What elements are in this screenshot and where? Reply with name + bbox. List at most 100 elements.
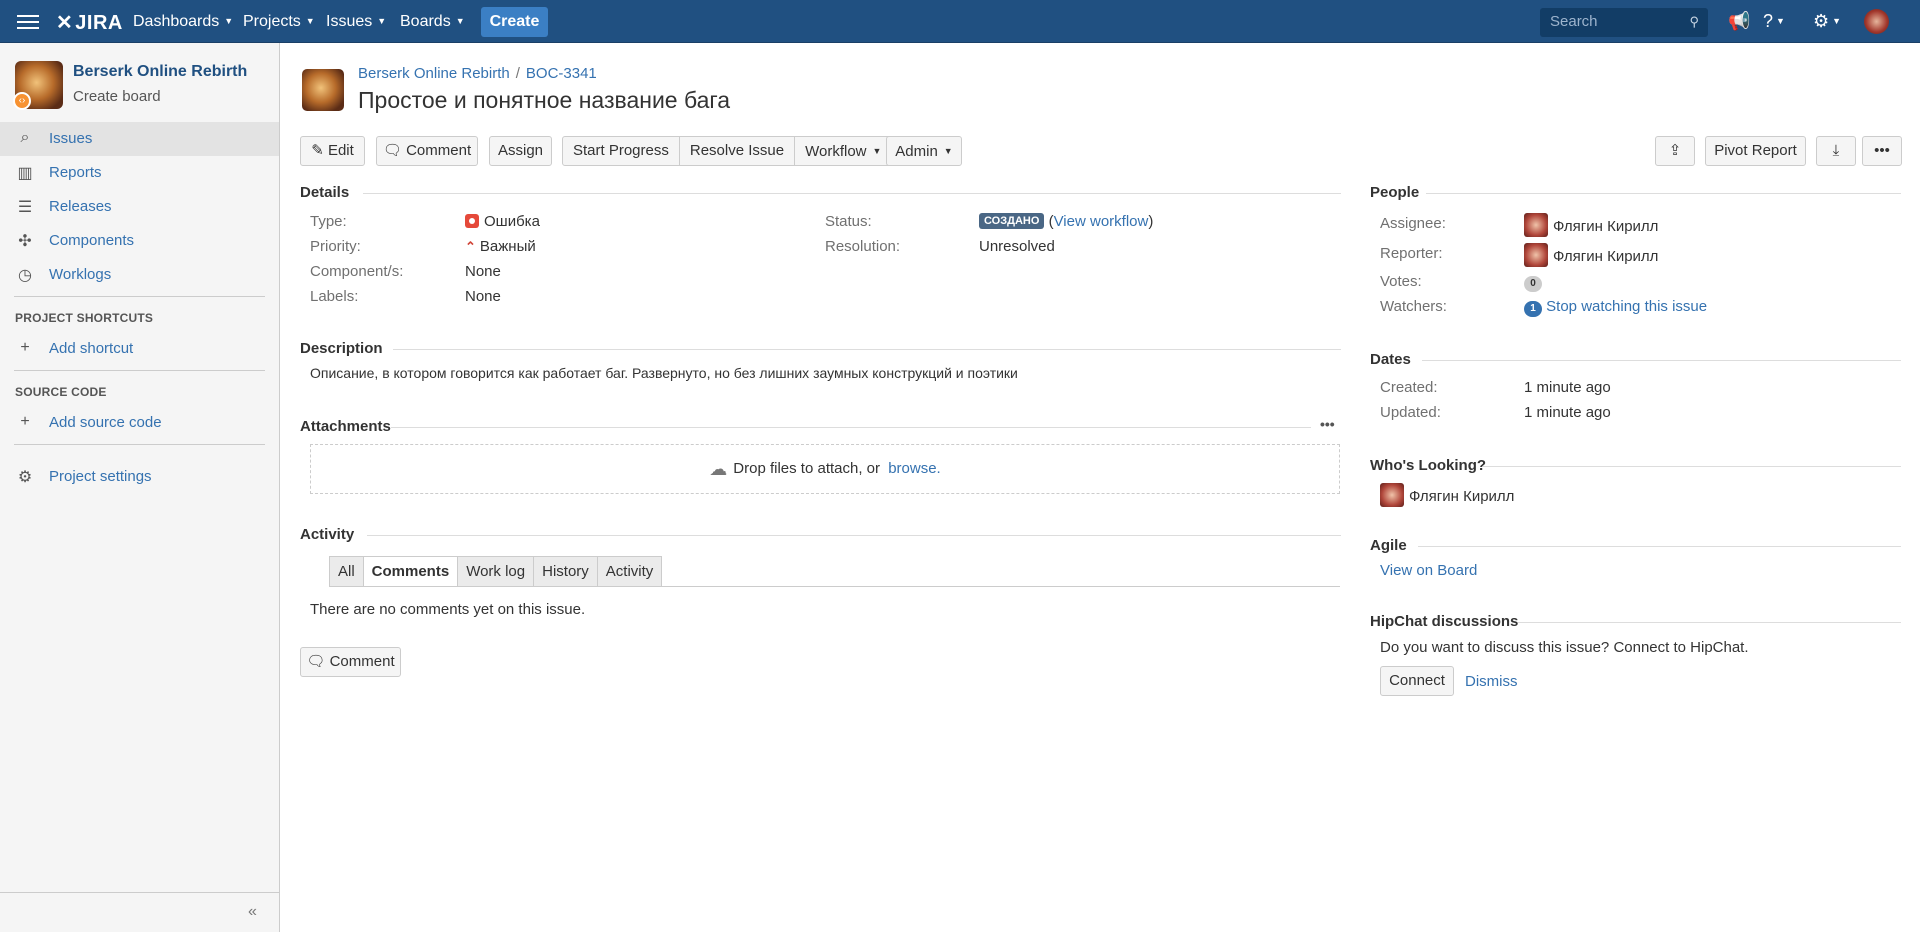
connect-button[interactable]: Connect [1380,666,1454,696]
more-actions-button[interactable]: ••• [1862,136,1902,166]
menu-projects[interactable]: Projects ▼ [243,13,315,31]
resolution-label: Resolution: [825,238,901,255]
collapse-sidebar-icon[interactable]: « [248,903,257,921]
menu-boards[interactable]: Boards ▼ [400,13,465,31]
workflow-button-group: Start Progress Resolve Issue Workflow ▼ [562,136,893,166]
add-shortcut-link[interactable]: + Add shortcut [0,332,279,366]
activity-heading: Activity [300,526,355,543]
edit-label: Edit [327,142,354,159]
dismiss-link[interactable]: Dismiss [1465,673,1518,690]
assignee-value[interactable]: Флягин Кирилл [1524,213,1658,237]
assignee-name: Флягин Кирилл [1553,218,1659,235]
no-comments-message: There are no comments yet on this issue. [310,601,586,618]
gear-icon[interactable]: ⚙ ▼ [1813,11,1841,32]
chevron-down-icon: ▼ [455,16,465,26]
viewing-user[interactable]: Флягин Кирилл [1380,483,1514,507]
chevron-down-icon: ▼ [872,146,882,156]
assignee-label: Assignee: [1380,215,1446,232]
app-switcher-icon[interactable] [17,11,39,33]
sidebar-item-worklogs[interactable]: ◷ Worklogs [0,258,279,292]
description-heading: Description [300,340,383,357]
project-type-icon: ‹› [13,92,31,110]
search-input[interactable]: Search ⚲ [1540,8,1708,37]
menu-dashboards[interactable]: Dashboards ▼ [133,13,233,31]
type-label: Type: [310,213,347,230]
viewing-user-name: Флягин Кирилл [1409,488,1515,505]
resolution-value: Unresolved [979,238,1055,255]
reporter-value[interactable]: Флягин Кирилл [1524,243,1658,267]
start-progress-button[interactable]: Start Progress [563,137,680,165]
people-heading: People [1370,184,1420,201]
attachments-options-icon[interactable]: ••• [1320,416,1335,432]
resolve-issue-button[interactable]: Resolve Issue [680,137,796,165]
project-name-link[interactable]: Berserk Online Rebirth [73,63,247,81]
stop-watching-link[interactable]: Stop watching this issue [1546,298,1707,315]
share-button[interactable]: ⇪ [1655,136,1695,166]
divider [367,535,1341,536]
divider [1518,622,1901,623]
view-on-board-link[interactable]: View on Board [1380,562,1477,579]
help-icon[interactable]: ? ▼ [1763,11,1785,32]
priority-label: Priority: [310,238,361,255]
comment-button[interactable]: 🗨 Comment [376,136,478,166]
menu-issues[interactable]: Issues ▼ [326,13,386,31]
shortcuts-heading: PROJECT SHORTCUTS [15,311,154,325]
votes-count-badge: 0 [1524,276,1542,292]
tab-comments[interactable]: Comments [362,556,459,587]
add-comment-button[interactable]: 🗨 Comment [300,647,401,677]
tab-activity[interactable]: Activity [596,556,663,586]
create-button[interactable]: Create [481,7,548,37]
tab-work-log[interactable]: Work log [457,556,535,586]
user-avatar[interactable] [1864,9,1889,34]
attachment-dropzone[interactable]: ☁ Drop files to attach, or browse. [310,444,1340,494]
sidebar-item-releases[interactable]: ☰ Releases [0,190,279,224]
sidebar-item-reports[interactable]: ▥ Reports [0,156,279,190]
divider [391,427,1311,428]
sidebar-item-label: Releases [49,198,112,215]
breadcrumb-project-link[interactable]: Berserk Online Rebirth [358,65,510,82]
watchers-count-badge[interactable]: 1 [1524,301,1542,317]
plus-icon: + [20,339,30,356]
pivot-report-button[interactable]: Pivot Report [1705,136,1806,166]
add-shortcut-label: Add shortcut [49,340,134,357]
divider [1426,193,1901,194]
jira-logo[interactable]: ✕ JIRA [56,10,123,35]
menu-label: Issues [326,13,373,30]
votes-label: Votes: [1380,273,1422,290]
details-heading: Details [300,184,350,201]
labels-value: None [465,288,501,305]
issue-summary[interactable]: Простое и понятное название бага [358,87,730,114]
browse-link[interactable]: browse. [888,460,941,477]
edit-button[interactable]: ✎ Edit [300,136,365,166]
upload-cloud-icon: ☁ [709,459,728,479]
agile-heading: Agile [1370,537,1407,554]
view-workflow-link[interactable]: View workflow [1054,213,1149,230]
tab-all[interactable]: All [329,556,364,586]
priority-value: ⌃ Важный [465,238,536,255]
priority-major-icon: ⌃ [465,239,476,254]
attachments-heading: Attachments [300,418,391,435]
export-button[interactable]: ⤓ [1816,136,1856,166]
create-board-link[interactable]: Create board [73,88,161,105]
add-source-code-link[interactable]: + Add source code [0,406,279,440]
plus-icon: + [20,413,30,430]
sidebar-item-label: Reports [49,164,102,181]
top-navigation-bar: ✕ JIRA Dashboards ▼ Projects ▼ Issues ▼ Boar… [0,0,1920,43]
tab-history[interactable]: History [533,556,598,586]
sidebar-item-label: Issues [49,130,93,147]
chevron-down-icon: ▼ [943,146,953,156]
updated-label: Updated: [1380,404,1441,421]
sidebar-item-issues[interactable]: ⌕ Issues [0,122,279,156]
admin-dropdown[interactable]: Admin ▼ [886,136,962,166]
workflow-dropdown[interactable]: Workflow ▼ [795,137,891,165]
project-avatar[interactable] [302,69,344,111]
project-settings-link[interactable]: ⚙ Project settings [0,460,279,494]
releases-icon: ☰ [17,199,33,216]
sidebar-item-components[interactable]: ✣ Components [0,224,279,258]
announcement-icon[interactable]: 📢 [1728,11,1750,32]
votes-value[interactable]: 0 [1524,273,1542,292]
description-text[interactable]: Описание, в котором говорится как работа… [310,365,1018,381]
breadcrumb-issue-key-link[interactable]: BOC-3341 [526,65,597,82]
assign-button[interactable]: Assign [489,136,552,166]
chevron-down-icon: ▼ [377,16,387,26]
